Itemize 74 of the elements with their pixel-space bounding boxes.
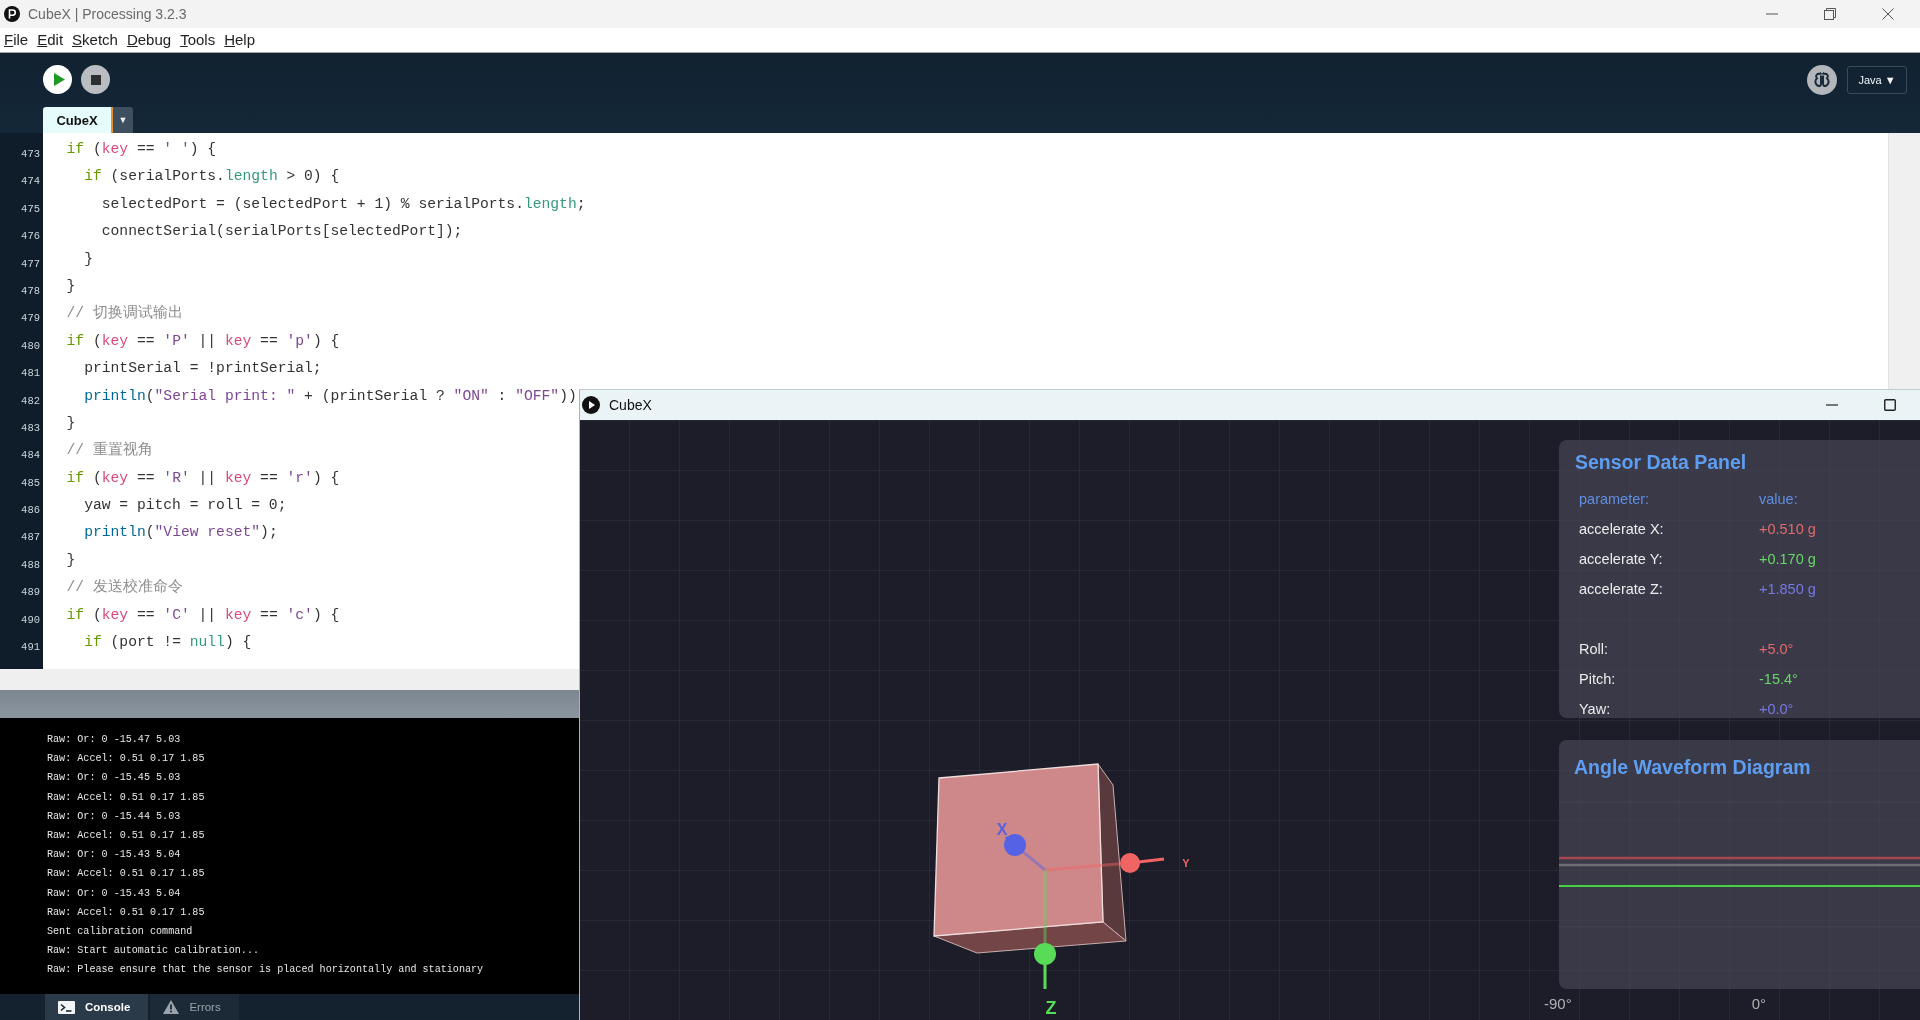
line-number: 480 [21, 339, 40, 352]
console-line: Raw: Accel: 0.51 0.17 1.85 [47, 791, 205, 803]
sensor-label: Pitch: [1579, 670, 1616, 688]
line-number: 473 [21, 148, 40, 160]
line-number: 484 [21, 449, 40, 462]
axis-label: Z [1045, 998, 1057, 1018]
code-line: } [66, 414, 76, 431]
code-line: if (serialPorts.length > 0) { [84, 168, 340, 185]
console-line: Raw: Accel: 0.51 0.17 1.85 [47, 868, 205, 880]
console-line: Raw: Or: 0 -15.44 5.03 [47, 810, 181, 822]
column-header: value: [1759, 490, 1798, 508]
line-number: 487 [21, 531, 40, 544]
panel-title: Angle Waveform Diagram [1574, 756, 1811, 778]
console-line: Raw: Or: 0 -15.43 5.04 [47, 887, 181, 899]
line-number: 481 [21, 367, 40, 380]
code-line: } [84, 250, 93, 267]
code-line: // 切换调试输出 [66, 305, 183, 322]
code-line: connectSerial(serialPorts[selectedPort]); [101, 223, 463, 240]
console-line: Raw: Accel: 0.51 0.17 1.85 [47, 829, 205, 841]
line-number: 490 [21, 613, 40, 626]
line-number: 477 [21, 257, 40, 270]
line-number: 482 [21, 394, 40, 407]
line-number: 485 [21, 476, 40, 489]
sensor-value: +0.170 g [1759, 550, 1816, 568]
line-number: 476 [21, 230, 40, 243]
sensor-label: accelerate Z: [1579, 580, 1663, 598]
console-line: Raw: Or: 0 -15.43 5.04 [47, 849, 181, 861]
line-number: 489 [21, 586, 40, 599]
sensor-label: accelerate X: [1579, 520, 1664, 538]
line-number: 486 [21, 504, 40, 517]
console-line: Raw: Accel: 0.51 0.17 1.85 [47, 753, 205, 765]
code-line: printSerial = !printSerial; [84, 360, 322, 377]
console-line: Raw: Or: 0 -15.47 5.03 [47, 734, 181, 745]
sensor-value: +0.0° [1759, 700, 1794, 718]
sensor-label: Roll: [1579, 640, 1608, 658]
line-number: 483 [21, 421, 40, 434]
code-line: if (key == 'P' || key == 'p') { [66, 332, 340, 349]
code-line: if (key == 'C' || key == 'c') { [66, 606, 340, 623]
console-line: Raw: Please ensure that the sensor is placed horizontally and stationary [47, 964, 484, 976]
line-number: 479 [21, 312, 40, 325]
line-number: 478 [21, 284, 40, 297]
console-line: Sent calibration command [47, 925, 193, 937]
code-line: println("Serial print: " + (printSerial ? "ON" : "OFF")) [84, 387, 577, 404]
sensor-value: +1.850 g [1759, 580, 1816, 598]
axis-label: Y [1182, 857, 1190, 869]
code-line: if (key == 'R' || key == 'r') { [66, 469, 340, 486]
line-number: 488 [21, 558, 40, 571]
sensor-label: accelerate Y: [1579, 550, 1663, 568]
line-number: 491 [21, 641, 40, 654]
console-line: Raw: Accel: 0.51 0.17 1.85 [47, 906, 205, 918]
code-line: println("View reset"); [84, 524, 278, 541]
code-line: selectedPort = (selectedPort + 1) % serialPorts.length; [101, 195, 586, 212]
panel-title: Sensor Data Panel [1575, 451, 1747, 473]
scale-label: -90° [1544, 995, 1572, 1013]
code-line: } [66, 551, 76, 568]
scale-label: 0° [1751, 995, 1767, 1013]
code-line: // 发送校准命令 [66, 579, 183, 596]
window-title: CubeX | Processing 3.2.3 [28, 6, 187, 22]
line-number: 475 [21, 202, 40, 215]
window-title: CubeX [609, 397, 652, 413]
line-number: 474 [21, 175, 40, 188]
axis-label: X [996, 820, 1008, 838]
code-line: if (port != null) { [84, 634, 252, 651]
sensor-value: -15.4° [1759, 670, 1798, 688]
column-header: parameter: [1579, 490, 1650, 508]
code-line: // 重置视角 [66, 442, 153, 459]
code-line: yaw = pitch = roll = 0; [84, 497, 287, 514]
code-line: } [66, 277, 76, 294]
console-line: Raw: Start automatic calibration... [47, 945, 259, 957]
code-line: if (key == ' ') { [66, 141, 217, 157]
console-line: Raw: Or: 0 -15.45 5.03 [47, 772, 181, 784]
sensor-label: Yaw: [1579, 700, 1611, 718]
sensor-value: +0.510 g [1759, 520, 1816, 538]
sensor-value: +5.0° [1759, 640, 1794, 658]
